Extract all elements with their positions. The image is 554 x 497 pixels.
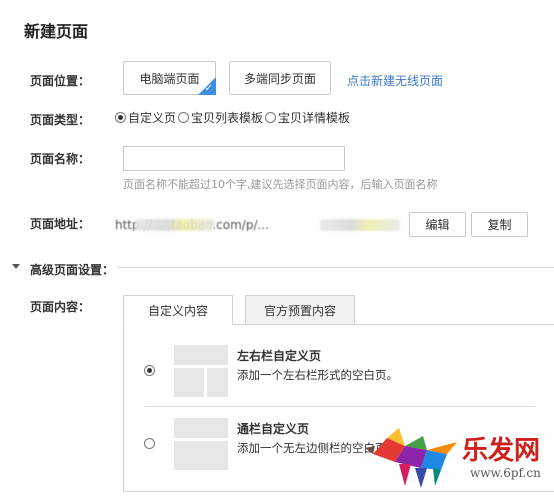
radio-button-icon bbox=[115, 112, 126, 123]
radio-item-detail-template[interactable]: 宝贝详情模板 bbox=[265, 109, 350, 126]
option-left-right-desc: 添加一个左右栏形式的空白页。 bbox=[237, 368, 398, 382]
checkmark-icon: ✓ bbox=[204, 83, 213, 94]
advanced-settings-label[interactable]: 高级页面设置： bbox=[30, 261, 114, 278]
multi-sync-page-button[interactable]: 多端同步页面 bbox=[229, 61, 331, 95]
page-address-label: 页面地址： bbox=[30, 217, 91, 231]
page-type-radio-group: 自定义页 宝贝列表模板 宝贝详情模板 bbox=[115, 109, 352, 126]
full-width-layout-icon bbox=[174, 418, 228, 470]
watermark-url: www.6pf.cn bbox=[470, 466, 541, 480]
radio-item-list-template-label: 宝贝列表模板 bbox=[191, 111, 264, 125]
page-name-input[interactable] bbox=[123, 146, 345, 171]
option-left-right-title: 左右栏自定义页 bbox=[237, 349, 322, 363]
url-blur-mask bbox=[135, 219, 215, 231]
advanced-divider bbox=[117, 267, 554, 268]
page-name-hint: 页面名称不能超过10个字,建议先选择页面内容，后输入页面名称 bbox=[123, 178, 438, 191]
new-mobile-page-link[interactable]: 点击新建无线页面 bbox=[347, 72, 443, 89]
copy-address-button[interactable]: 复制 bbox=[471, 212, 528, 237]
tab-custom-content[interactable]: 自定义内容 bbox=[123, 295, 233, 325]
radio-custom-page[interactable]: 自定义页 bbox=[115, 109, 176, 126]
page-content-label: 页面内容： bbox=[30, 300, 91, 314]
page-title: 新建页面 bbox=[24, 22, 89, 41]
options-divider bbox=[145, 406, 535, 407]
radio-item-detail-template-label: 宝贝详情模板 bbox=[278, 111, 351, 125]
option-full-width-radio[interactable] bbox=[144, 436, 157, 450]
page-name-label: 页面名称： bbox=[30, 152, 91, 166]
url-blur-mask bbox=[320, 219, 400, 231]
tab-official-content-label: 官方预置内容 bbox=[263, 303, 336, 318]
edit-address-button[interactable]: 编辑 bbox=[409, 212, 466, 237]
radio-button-icon bbox=[178, 112, 190, 123]
radio-button-icon bbox=[265, 112, 277, 123]
watermark-logo-icon bbox=[365, 424, 465, 494]
location-label: 页面位置： bbox=[30, 74, 91, 88]
page-type-label: 页面类型： bbox=[30, 113, 91, 127]
collapse-triangle-icon[interactable] bbox=[12, 264, 20, 269]
left-right-layout-icon bbox=[174, 345, 228, 397]
desktop-page-button[interactable]: 电脑端页面 ✓ bbox=[123, 61, 216, 95]
option-full-width-title: 通栏自定义页 bbox=[237, 422, 310, 436]
multi-sync-page-label: 多端同步页面 bbox=[243, 71, 316, 86]
watermark-brand: 乐发网 bbox=[462, 436, 541, 466]
radio-item-list-template[interactable]: 宝贝列表模板 bbox=[178, 109, 263, 126]
desktop-page-label: 电脑端页面 bbox=[139, 71, 200, 86]
tab-custom-content-label: 自定义内容 bbox=[147, 303, 208, 318]
tab-official-content[interactable]: 官方预置内容 bbox=[245, 295, 355, 325]
radio-custom-page-label: 自定义页 bbox=[128, 111, 177, 125]
radio-button-icon bbox=[144, 365, 155, 376]
radio-button-icon bbox=[144, 438, 155, 449]
option-left-right-radio[interactable] bbox=[144, 363, 157, 377]
